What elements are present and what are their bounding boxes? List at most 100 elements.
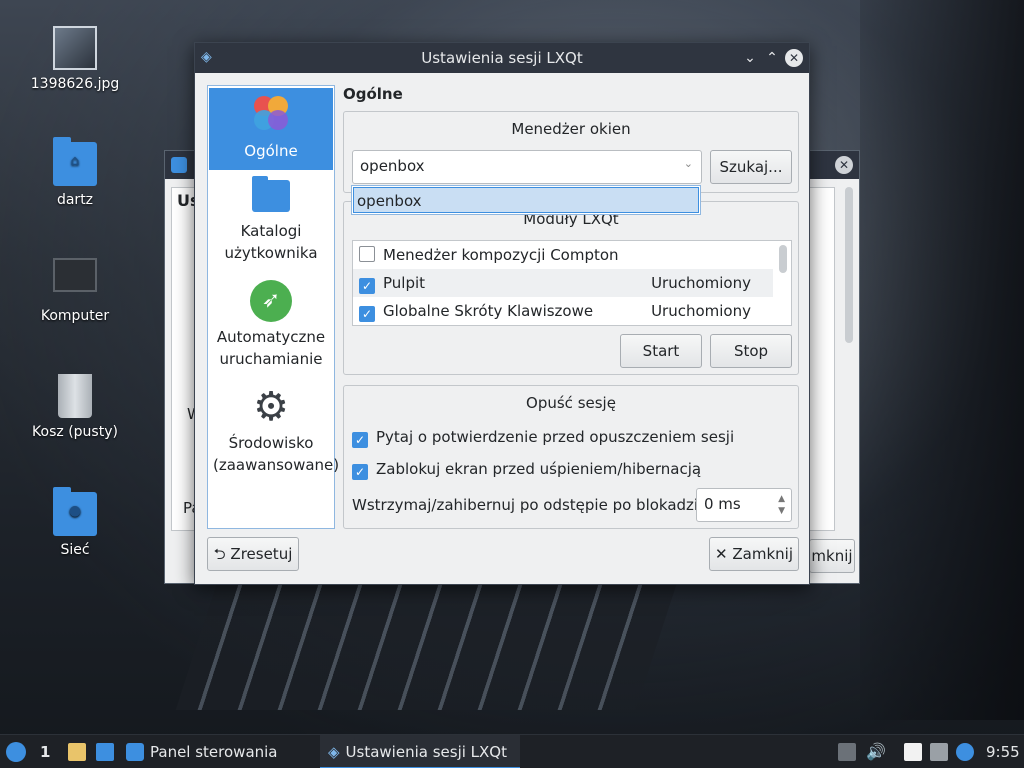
desktop-icon-image[interactable]: 1398626.jpg [25, 26, 125, 92]
combo-value: openbox [360, 157, 425, 175]
list-scrollbar[interactable] [779, 245, 787, 273]
module-name: Pulpit [383, 274, 426, 292]
dropdown-option[interactable]: openbox [353, 187, 699, 213]
modules-list[interactable]: Menedżer kompozycji Compton ✓ Pulpit Uruc… [352, 240, 792, 326]
background-close-button[interactable]: mknij [809, 539, 855, 573]
stop-button[interactable]: Stop [710, 334, 792, 368]
group-title: Opuść sesję [526, 394, 616, 412]
task-label: Ustawienia sesji LXQt [345, 743, 507, 761]
close-icon: ✕ [715, 545, 728, 563]
image-file-icon [53, 26, 97, 70]
desktop-icon-label: Komputer [40, 308, 110, 324]
start-button[interactable]: Start [620, 334, 702, 368]
delay-spinbox[interactable]: 0 ms ▲ ▼ [696, 488, 792, 522]
dialog-titlebar[interactable]: ◈ Ustawienia sesji LXQt ⌄ ⌃ ✕ [195, 43, 809, 73]
list-item[interactable]: ✓ Pulpit Uruchomiony [353, 269, 773, 297]
volume-icon[interactable]: 🔊 [866, 743, 886, 761]
desktop-icon-network[interactable]: ● Sieć [25, 487, 125, 558]
window-manager-combo[interactable]: openbox ⌄ [352, 150, 702, 184]
start-menu-icon[interactable] [6, 742, 26, 762]
reset-label: Zresetuj [230, 545, 293, 563]
lock-screen-option[interactable]: ✓ Zablokuj ekran przed uśpieniem/hibernac… [352, 460, 701, 480]
checkbox[interactable]: ✓ [352, 432, 368, 448]
category-sidebar: Ogólne Katalogi użytkownika ➶ Automatycz… [207, 85, 340, 529]
leave-session-group: Opuść sesję ✓ Pytaj o potwierdzenie przed… [343, 385, 799, 529]
task-session-settings[interactable]: ◈ Ustawienia sesji LXQt [320, 735, 520, 768]
gear-icon: ⚙ [253, 384, 289, 430]
desktop-icon-trash[interactable]: Kosz (pusty) [25, 374, 125, 440]
spinbox-value: 0 ms [704, 495, 741, 513]
module-status: Uruchomiony [651, 274, 751, 292]
window-manager-group: Menedżer okien openbox ⌄ Szukaj... [343, 111, 799, 193]
search-button[interactable]: Szukaj... [710, 150, 792, 184]
modules-group: Moduły LXQt Menedżer kompozycji Compton … [343, 201, 799, 375]
maximize-icon[interactable]: ⌃ [763, 49, 781, 67]
window-manager-dropdown[interactable]: openbox [351, 185, 701, 215]
minimize-icon[interactable]: ⌄ [741, 49, 759, 67]
control-panel-icon [171, 157, 187, 173]
chevron-down-icon[interactable]: ▼ [778, 506, 785, 516]
sidebar-item-user-directories[interactable]: Katalogi użytkownika [209, 174, 333, 274]
desktop-icon-home[interactable]: ⌂ dartz [25, 137, 125, 208]
show-desktop-icon[interactable] [96, 743, 114, 761]
task-control-panel[interactable]: Panel sterowania [126, 735, 316, 768]
chevron-up-icon[interactable]: ▲ [778, 494, 785, 504]
list-item[interactable]: Menedżer kompozycji Compton [353, 241, 773, 269]
chevron-down-icon: ⌄ [683, 157, 693, 170]
reset-button[interactable]: ⮌ Zresetuj [207, 537, 299, 571]
sidebar-item-label: Ogólne [244, 142, 298, 160]
sidebar-item-autostart[interactable]: ➶ Automatyczne uruchamianie [209, 280, 333, 380]
page-title: Ogólne [343, 85, 403, 103]
group-title: Menedżer okien [511, 120, 631, 138]
wallpaper-shadow [860, 0, 1024, 720]
module-name: Globalne Skróty Klawiszowe [383, 302, 594, 320]
notification-icon[interactable] [956, 743, 974, 761]
close-label: Zamknij [732, 545, 793, 563]
close-button[interactable]: ✕ Zamknij [709, 537, 799, 571]
ask-confirm-option[interactable]: ✓ Pytaj o potwierdzenie przed opuszczenie… [352, 428, 734, 448]
checkbox[interactable]: ✓ [359, 278, 375, 294]
session-settings-dialog[interactable]: ◈ Ustawienia sesji LXQt ⌄ ⌃ ✕ Ogólne Kat… [194, 42, 810, 585]
task-label: Panel sterowania [150, 743, 278, 761]
clipboard-icon[interactable] [904, 743, 922, 761]
tray-arrow-icon[interactable] [838, 743, 856, 761]
workspace-switcher[interactable]: 1 [40, 735, 50, 768]
sidebar-item-label: Katalogi użytkownika [224, 222, 318, 262]
home-folder-icon: ⌂ [53, 137, 97, 186]
module-status: Uruchomiony [651, 302, 751, 320]
lxqt-app-icon: ◈ [328, 743, 340, 761]
rocket-icon: ➶ [250, 280, 292, 322]
sidebar-item-label: Automatyczne uruchamianie [216, 328, 326, 368]
trash-icon [58, 374, 92, 418]
option-label: Pytaj o potwierdzenie przed opuszczeniem… [376, 428, 735, 446]
sidebar-item-general[interactable]: Ogólne [209, 88, 333, 170]
lxqt-logo-icon [250, 94, 292, 136]
module-name: Menedżer kompozycji Compton [383, 246, 619, 264]
taskbar: 1 Panel sterowania ◈ Ustawienia sesji LXQ… [0, 734, 1024, 768]
network-folder-icon: ● [53, 487, 97, 536]
folder-icon [250, 174, 292, 216]
checkbox[interactable] [359, 246, 375, 262]
desktop-icon-label: 1398626.jpg [30, 76, 120, 92]
list-item[interactable]: ✓ Globalne Skróty Klawiszowe Uruchomiony [353, 297, 773, 325]
network-icon[interactable] [930, 743, 948, 761]
undo-icon: ⮌ [213, 545, 226, 563]
close-icon[interactable]: ✕ [785, 49, 803, 67]
checkbox[interactable]: ✓ [352, 464, 368, 480]
delay-label: Wstrzymaj/zahibernuj po odstępie po blok… [352, 496, 713, 514]
close-icon[interactable]: ✕ [835, 156, 853, 174]
checkbox[interactable]: ✓ [359, 306, 375, 322]
desktop-icon-label: Kosz (pusty) [32, 424, 118, 440]
file-manager-icon[interactable] [68, 743, 86, 761]
desktop-icon-computer[interactable]: Komputer [25, 258, 125, 324]
clock[interactable]: 9:55 [986, 735, 1020, 768]
sidebar-item-environment[interactable]: ⚙ Środowisko (zaawansowane) [209, 384, 340, 486]
desktop-icon-label: dartz [56, 192, 94, 208]
option-label: Zablokuj ekran przed uśpieniem/hibernacj… [376, 460, 702, 478]
background-scrollbar[interactable] [845, 187, 853, 343]
control-panel-icon [126, 743, 144, 761]
desktop-icon-label: Sieć [60, 542, 90, 558]
sidebar-item-label: Środowisko (zaawansowane) [213, 434, 340, 474]
dialog-title: Ustawienia sesji LXQt [421, 49, 583, 67]
computer-icon [53, 258, 97, 292]
